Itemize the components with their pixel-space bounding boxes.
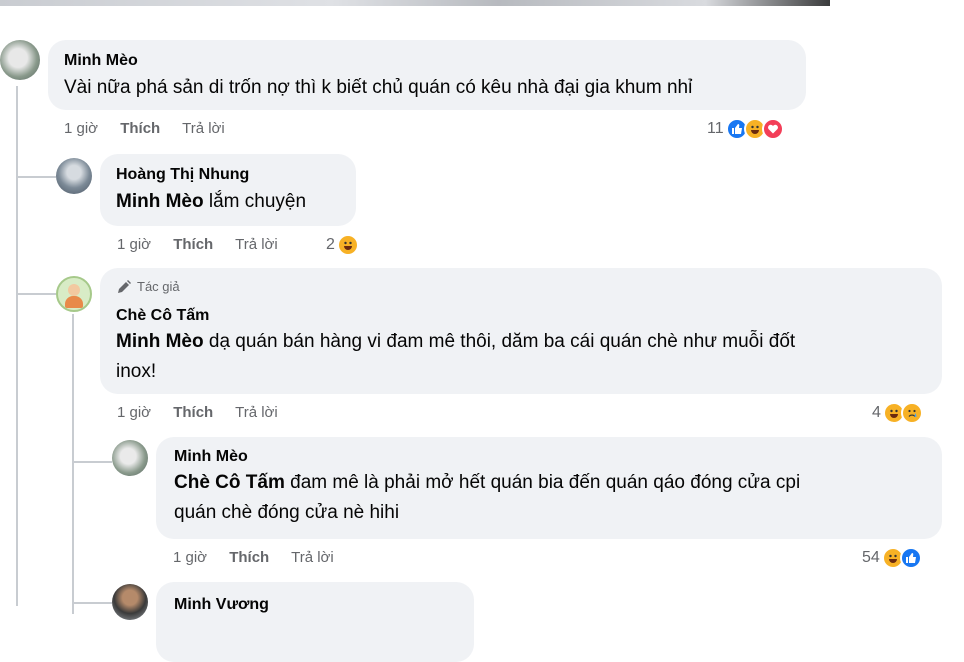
author-badge-label: Tác giả <box>137 279 180 294</box>
comment-bubble: Tác giả Chè Cô Tấm Minh Mèo dạ quán bán … <box>100 268 942 394</box>
avatar[interactable] <box>112 440 148 476</box>
reaction-count: 4 <box>872 404 881 421</box>
commenter-name[interactable]: Minh Vương <box>174 595 456 615</box>
reaction-count: 54 <box>862 549 880 566</box>
avatar[interactable] <box>56 158 92 194</box>
love-icon <box>761 118 784 140</box>
like-button[interactable]: Thích <box>173 404 213 421</box>
comment-time[interactable]: 1 giờ <box>117 404 151 421</box>
comment-text: Minh Mèo dạ quán bán hàng vi đam mê thôi… <box>116 327 926 387</box>
comment-body: dạ quán bán hàng vi đam mê thôi, dăm ba … <box>203 331 796 352</box>
reply-button[interactable]: Trả lời <box>182 120 225 137</box>
thread-connector-1 <box>16 176 56 178</box>
reaction-summary[interactable]: 11 <box>707 118 784 140</box>
comment-body-line2: quán chè đóng cửa nè hihi <box>174 502 400 523</box>
mention-link[interactable]: Minh Mèo <box>116 191 204 212</box>
comment-actions: 1 giờ Thích Trả lời <box>117 236 296 253</box>
comment-time[interactable]: 1 giờ <box>173 549 207 566</box>
commenter-name[interactable]: Minh Mèo <box>174 447 924 467</box>
avatar[interactable] <box>0 40 40 80</box>
haha-icon <box>336 234 359 256</box>
mention-link[interactable]: Chè Cô Tấm <box>174 472 285 493</box>
comment-actions: 1 giờ Thích Trả lời <box>117 404 296 421</box>
like-button[interactable]: Thích <box>229 549 269 566</box>
reply-button[interactable]: Trả lời <box>291 549 334 566</box>
reaction-count: 11 <box>707 120 724 137</box>
thread-connector-3 <box>72 461 112 463</box>
avatar-figure-body <box>65 296 83 308</box>
commenter-name[interactable]: Minh Mèo <box>64 51 790 71</box>
reaction-summary[interactable]: 54 <box>862 547 922 569</box>
like-button[interactable]: Thích <box>120 120 160 137</box>
commenter-name[interactable]: Hoàng Thị Nhung <box>116 165 340 185</box>
comment-actions: 1 giờ Thích Trả lời <box>64 120 243 137</box>
pencil-icon <box>118 280 131 293</box>
thread-connector-2 <box>16 293 56 295</box>
commenter-name[interactable]: Chè Cô Tấm <box>116 306 926 326</box>
thread-connector-4 <box>72 602 112 604</box>
comment-text: Minh Mèo lắm chuyện <box>116 187 340 217</box>
comment-body-line2: inox! <box>116 361 157 382</box>
comment-body: đam mê là phải mở hết quán bia đến quán … <box>284 472 801 493</box>
avatar-figure <box>68 284 80 296</box>
like-button[interactable]: Thích <box>173 236 213 253</box>
thread-line-sub <box>72 314 74 614</box>
comment-time[interactable]: 1 giờ <box>117 236 151 253</box>
reaction-summary[interactable]: 2 <box>326 234 359 256</box>
thread-line-main <box>16 86 18 606</box>
avatar[interactable] <box>56 276 92 312</box>
comment-bubble: Minh Mèo Chè Cô Tấm đam mê là phải mở hế… <box>156 437 942 539</box>
comment-bubble: Hoàng Thị Nhung Minh Mèo lắm chuyện <box>100 154 356 226</box>
mention-link[interactable]: Minh Mèo <box>116 331 204 352</box>
top-image-edge <box>0 0 830 6</box>
comment-actions: 1 giờ Thích Trả lời <box>173 549 352 566</box>
comment-bubble: Minh Mèo Vài nữa phá sản di trốn nợ thì … <box>48 40 806 110</box>
sad-icon <box>900 402 923 424</box>
comment-body: lắm chuyện <box>203 191 307 212</box>
comment-text: Chè Cô Tấm đam mê là phải mở hết quán bi… <box>174 468 924 528</box>
reply-button[interactable]: Trả lời <box>235 404 278 421</box>
reply-button[interactable]: Trả lời <box>235 236 278 253</box>
avatar[interactable] <box>112 584 148 620</box>
author-badge: Tác giả <box>116 278 926 296</box>
like-icon <box>899 547 922 569</box>
comment-bubble: Minh Vương <box>156 582 474 662</box>
reaction-summary[interactable]: 4 <box>872 402 923 424</box>
comment-time[interactable]: 1 giờ <box>64 120 98 137</box>
comment-text: Vài nữa phá sản di trốn nợ thì k biết ch… <box>64 77 693 98</box>
reaction-count: 2 <box>326 236 335 253</box>
